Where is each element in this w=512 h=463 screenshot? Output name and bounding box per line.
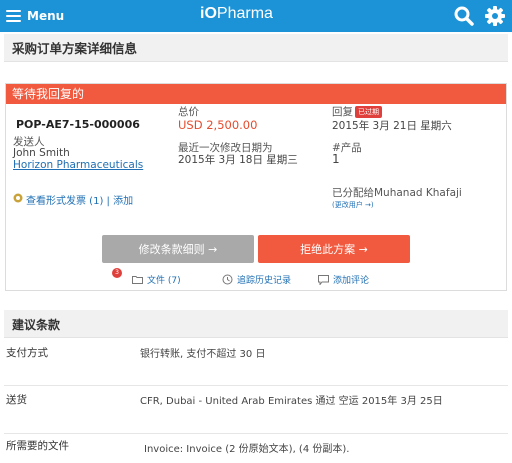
term-label: 支付方式 xyxy=(6,347,48,359)
change-user-link[interactable]: (更改用户 →) xyxy=(332,200,374,210)
total-value: USD 2,500.00 xyxy=(178,118,258,132)
invoice-icon xyxy=(13,193,23,203)
files-link[interactable]: 文件 (7) xyxy=(132,273,181,286)
modify-terms-button[interactable]: 修改条款细则 → xyxy=(102,235,254,263)
overdue-badge: 已过期 xyxy=(355,106,382,118)
files-count-badge: 3 xyxy=(112,268,122,278)
terms-title: 建议条款 xyxy=(4,310,508,338)
hamburger-icon xyxy=(6,10,21,22)
files-link-label: 文件 (7) xyxy=(147,276,181,286)
term-row: 所需要的文件 Invoice: Invoice (2 份原始文本), (4 份副… xyxy=(4,434,508,463)
menu-button[interactable]: Menu xyxy=(6,6,64,26)
proposal-card: 等待我回复的 POP-AE7-15-000006 发送人 John Smith … xyxy=(5,83,507,291)
app-logo: iOPharma xyxy=(200,5,273,22)
comment-icon xyxy=(318,274,329,285)
term-label: 送货 xyxy=(6,394,27,406)
products-value: 1 xyxy=(332,152,340,166)
top-bar: Menu iOPharma xyxy=(0,0,512,32)
page-title: 采购订单方案详细信息 xyxy=(4,34,508,62)
reject-proposal-button[interactable]: 拒绝此方案 → xyxy=(258,235,410,263)
add-comment-label: 添加评论 xyxy=(333,276,370,286)
term-label: 所需要的文件 xyxy=(6,440,69,452)
term-value: CFR, Dubai - United Arab Emirates 通过 空运 … xyxy=(140,396,443,407)
gear-icon[interactable] xyxy=(484,5,506,27)
menu-label: Menu xyxy=(27,9,65,23)
history-link[interactable]: 追踪历史记录 xyxy=(222,273,291,286)
sender-company-link[interactable]: Horizon Pharmaceuticals xyxy=(13,159,143,171)
search-icon[interactable] xyxy=(453,5,475,27)
term-row: 送货 CFR, Dubai - United Arab Emirates 通过 … xyxy=(4,386,508,434)
add-invoice-link[interactable]: 添加 xyxy=(113,196,133,207)
card-header: 等待我回复的 xyxy=(6,84,506,104)
modified-value: 2015年 3月 18日 星期三 xyxy=(178,154,298,166)
add-comment-link[interactable]: 添加评论 xyxy=(318,273,369,286)
assigned-text: 已分配给Muhanad Khafaji xyxy=(332,187,462,199)
po-number[interactable]: POP-AE7-15-000006 xyxy=(16,118,140,131)
term-value: Invoice: Invoice (2 份原始文本), (4 份副本). xyxy=(144,444,350,455)
invoice-row: 查看形式发票 (1) | 添加 xyxy=(26,192,133,207)
reply-label: 回复 xyxy=(332,106,353,118)
view-invoice-link[interactable]: 查看形式发票 (1) xyxy=(26,196,103,207)
link-separator: | xyxy=(106,196,110,207)
term-value: 银行转账, 支付不超过 30 日 xyxy=(140,349,266,360)
history-link-label: 追踪历史记录 xyxy=(237,276,292,286)
term-row: 支付方式 银行转账, 支付不超过 30 日 xyxy=(4,338,508,386)
total-label: 总价 xyxy=(178,106,199,118)
reply-value: 2015年 3月 21日 星期六 xyxy=(332,120,452,132)
clock-icon xyxy=(222,274,233,285)
folder-icon xyxy=(132,276,143,284)
sender-name: John Smith xyxy=(13,147,70,159)
